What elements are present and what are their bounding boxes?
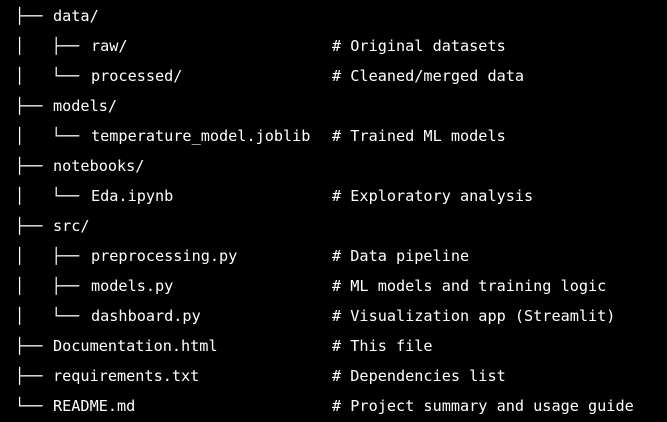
tree-branch: ├── [15, 7, 52, 25]
tree-row-eda-notebook-file: │ └── Eda.ipynb # Exploratory analysis [0, 181, 667, 211]
tree-row-readme-file: └── README.md # Project summary and usag… [0, 391, 667, 421]
tree-branch: │ ├── [15, 277, 89, 295]
comment: # ML models and training logic [332, 277, 607, 295]
comment: # Dependencies list [332, 367, 506, 385]
file-name: requirements.txt [53, 367, 200, 385]
tree-branch: ├── [15, 367, 52, 385]
tree-branch: │ └── [15, 127, 89, 145]
tree-branch: │ └── [15, 187, 89, 205]
tree-row-dashboard-file: │ └── dashboard.py # Visualization app (… [0, 301, 667, 331]
tree-branch: ├── [15, 97, 52, 115]
tree-branch: │ ├── [15, 247, 89, 265]
folder-name: raw/ [91, 37, 128, 55]
tree-row-models-folder: ├── models/ [0, 91, 667, 121]
folder-name: models/ [53, 97, 118, 115]
comment: # Exploratory analysis [332, 187, 534, 205]
tree-row-models-py-file: │ ├── models.py # ML models and training… [0, 271, 667, 301]
tree-branch: ├── [15, 157, 52, 175]
tree-row-documentation-file: ├── Documentation.html # This file [0, 331, 667, 361]
tree-branch: │ ├── [15, 37, 89, 55]
file-name: README.md [53, 397, 136, 415]
tree-branch: ├── [15, 337, 52, 355]
tree-row-notebooks-folder: ├── notebooks/ [0, 151, 667, 181]
tree-branch: │ └── [15, 307, 89, 325]
comment: # Visualization app (Streamlit) [332, 307, 616, 325]
folder-name: data/ [53, 7, 99, 25]
file-name: preprocessing.py [91, 247, 238, 265]
tree-branch: ├── [15, 217, 52, 235]
folder-name: src/ [53, 217, 90, 235]
project-structure-tree: ├── data/ │ ├── raw/ # Original datasets… [0, 0, 667, 422]
tree-row-preprocessing-file: │ ├── preprocessing.py # Data pipeline [0, 241, 667, 271]
comment: # Original datasets [332, 37, 506, 55]
comment: # Cleaned/merged data [332, 67, 525, 85]
tree-branch: └── [15, 397, 52, 415]
comment: # Data pipeline [332, 247, 470, 265]
tree-row-temperature-model-file: │ └── temperature_model.joblib # Trained… [0, 121, 667, 151]
file-name: Eda.ipynb [91, 187, 174, 205]
tree-row-src-folder: ├── src/ [0, 211, 667, 241]
file-name: temperature_model.joblib [91, 127, 311, 145]
tree-row-processed-folder: │ └── processed/ # Cleaned/merged data [0, 61, 667, 91]
comment: # Trained ML models [332, 127, 506, 145]
file-name: dashboard.py [91, 307, 201, 325]
comment: # This file [332, 337, 433, 355]
tree-row-requirements-file: ├── requirements.txt # Dependencies list [0, 361, 667, 391]
comment: # Project summary and usage guide [332, 397, 634, 415]
tree-row-data-folder: ├── data/ [0, 1, 667, 31]
tree-row-raw-folder: │ ├── raw/ # Original datasets [0, 31, 667, 61]
file-name: Documentation.html [53, 337, 218, 355]
folder-name: processed/ [91, 67, 183, 85]
tree-branch: │ └── [15, 67, 89, 85]
file-name: models.py [91, 277, 174, 295]
folder-name: notebooks/ [53, 157, 145, 175]
